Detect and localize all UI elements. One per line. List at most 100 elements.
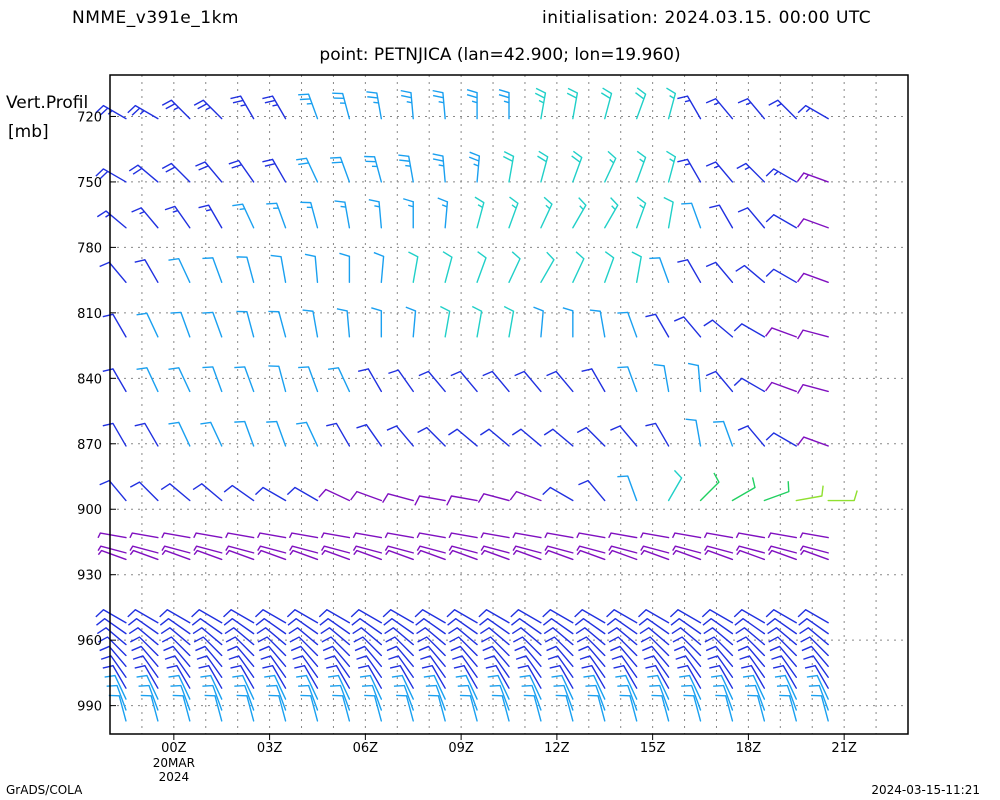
barb-feather (538, 150, 549, 158)
barb-half-feather (448, 545, 453, 551)
barb-feather (509, 491, 518, 501)
barb-feather (134, 259, 146, 263)
wind-barb (256, 532, 287, 539)
barb-staff (344, 201, 351, 229)
barb-half-feather (172, 209, 178, 213)
barb-feather (202, 257, 213, 260)
barb-feather (677, 259, 688, 263)
barb-feather (197, 103, 208, 110)
barb-half-feather (320, 545, 325, 551)
barb-staff (275, 202, 287, 229)
barb-feather (425, 684, 437, 687)
barb-staff (178, 367, 191, 393)
barb-staff (686, 259, 702, 284)
wind-barb (581, 368, 606, 393)
barb-feather (466, 93, 478, 99)
barb-staff (112, 422, 127, 447)
barb-staff (169, 483, 191, 502)
barb-staff (591, 368, 606, 393)
barb-half-feather (193, 550, 198, 556)
y-tick-label: 720 (77, 110, 102, 125)
wind-barb (405, 306, 417, 338)
barb-feather (617, 366, 628, 369)
wind-barb (131, 207, 159, 229)
barb-feather (287, 618, 297, 626)
barb-feather (131, 207, 142, 213)
barb-staff (278, 365, 287, 393)
barb-feather (437, 197, 448, 203)
wind-barb (827, 490, 858, 502)
barb-feather (448, 627, 458, 635)
barb-half-feather (544, 545, 549, 551)
barb-staff (627, 475, 638, 502)
barb-feather (298, 366, 309, 369)
barb-staff (427, 370, 446, 393)
barb-feather (510, 609, 519, 618)
barb-feather (296, 674, 307, 678)
x-tick-label: 18Z (736, 741, 762, 756)
barb-staff (386, 532, 414, 539)
wind-barb (448, 545, 478, 554)
barb-feather (537, 155, 547, 163)
barb-feather (447, 618, 457, 626)
barb-staff (266, 636, 287, 657)
barb-feather (498, 93, 510, 99)
wind-barb (677, 158, 702, 183)
barb-staff (635, 93, 647, 120)
barb-feather (589, 309, 601, 312)
barb-half-feather (735, 532, 740, 539)
barb-feather (102, 422, 114, 427)
barb-staff (683, 316, 702, 338)
wind-barb (384, 545, 414, 554)
barb-feather (645, 313, 656, 318)
x-tick-label: 00Z (161, 741, 187, 756)
barb-staff (743, 627, 766, 646)
barb-half-feather (473, 163, 479, 167)
wind-barb (509, 490, 542, 502)
wind-barb (258, 645, 287, 668)
wind-barb (587, 694, 606, 722)
barb-feather (230, 95, 241, 100)
x-date-label: 2024 (159, 770, 190, 784)
barb-feather (232, 203, 243, 207)
wind-barb (703, 545, 734, 554)
barb-staff (262, 486, 287, 502)
barb-feather (639, 627, 650, 635)
barb-feather (613, 664, 624, 669)
barb-staff (599, 310, 606, 338)
barb-staff (654, 422, 670, 447)
barb-feather (232, 99, 244, 104)
wind-barb (129, 532, 159, 539)
barb-staff (572, 204, 587, 229)
barb-feather (159, 618, 169, 626)
barb-feather (581, 368, 592, 372)
wind-barb (102, 422, 127, 447)
barb-staff (108, 261, 127, 284)
barb-half-feather (512, 532, 516, 539)
wind-barb (254, 609, 287, 624)
wind-barb (354, 645, 383, 668)
barb-feather (566, 92, 577, 99)
wind-barb (715, 694, 734, 722)
barb-staff (271, 95, 287, 120)
wind-barb (400, 89, 414, 120)
wind-barb (562, 307, 574, 338)
barb-feather (576, 426, 587, 434)
wind-barb (160, 483, 191, 502)
barb-staff (244, 366, 255, 393)
barb-half-feather (767, 532, 772, 539)
wind-barb (396, 694, 414, 722)
wind-barb (765, 381, 797, 393)
barb-staff (138, 636, 159, 657)
barb-feather (457, 684, 469, 687)
wind-barb (779, 694, 797, 722)
wind-barb (223, 609, 255, 624)
barb-staff (244, 420, 255, 447)
barb-feather (517, 664, 529, 669)
barb-feather (705, 370, 717, 377)
barb-staff (144, 422, 159, 447)
barb-feather (503, 155, 513, 162)
wind-barb (450, 645, 478, 668)
barb-half-feather (129, 545, 134, 551)
barb-feather (765, 432, 775, 441)
